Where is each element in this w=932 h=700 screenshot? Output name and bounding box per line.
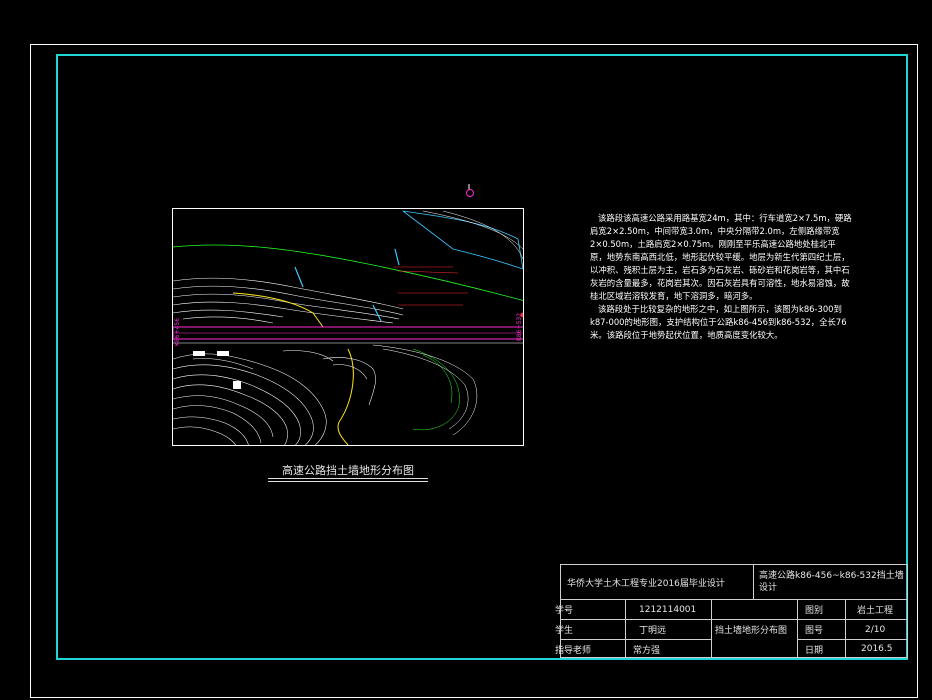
site-description-text: 该路段该高速公路采用路基宽24m，其中：行车道宽2×7.5m，硬路肩宽2×2.5…	[590, 213, 852, 340]
category-value: 岩土工程	[857, 606, 894, 616]
terrain-map-graphic: K86+456 K86+532	[173, 210, 523, 445]
terrain-map: K86+456 K86+532	[172, 208, 524, 446]
advisor-label: 指导老师	[555, 645, 592, 656]
student-label: 学生	[555, 626, 574, 636]
drawing-name: 挡土墙地形分布图	[715, 625, 788, 636]
caption-underline-2	[268, 481, 428, 482]
date-value: 2016.5	[861, 644, 893, 654]
title-block: 华侨大学土木工程专业2016届毕业设计 高速公路k86-456~k86-532挡…	[555, 564, 908, 658]
category-label: 图别	[805, 606, 824, 616]
advisor-name-value: 常方强	[633, 645, 661, 656]
student-id-value: 1212114001	[639, 604, 697, 615]
left-station-label: K86+456	[174, 318, 181, 346]
caption-underline	[268, 478, 428, 479]
date-label: 日期	[805, 645, 824, 656]
sheet-value: 2/10	[865, 624, 886, 635]
student-name-value: 丁明远	[639, 626, 667, 636]
north-arrow-icon	[466, 184, 474, 197]
school-project-label: 华侨大学土木工程专业2016届毕业设计	[567, 578, 725, 589]
design-title: 高速公路k86-456~k86-532挡土墙设计	[759, 571, 904, 593]
sheet-label: 图号	[805, 626, 824, 636]
student-id-label: 学号	[555, 606, 574, 616]
map-caption: 高速公路挡土墙地形分布图	[282, 464, 414, 477]
